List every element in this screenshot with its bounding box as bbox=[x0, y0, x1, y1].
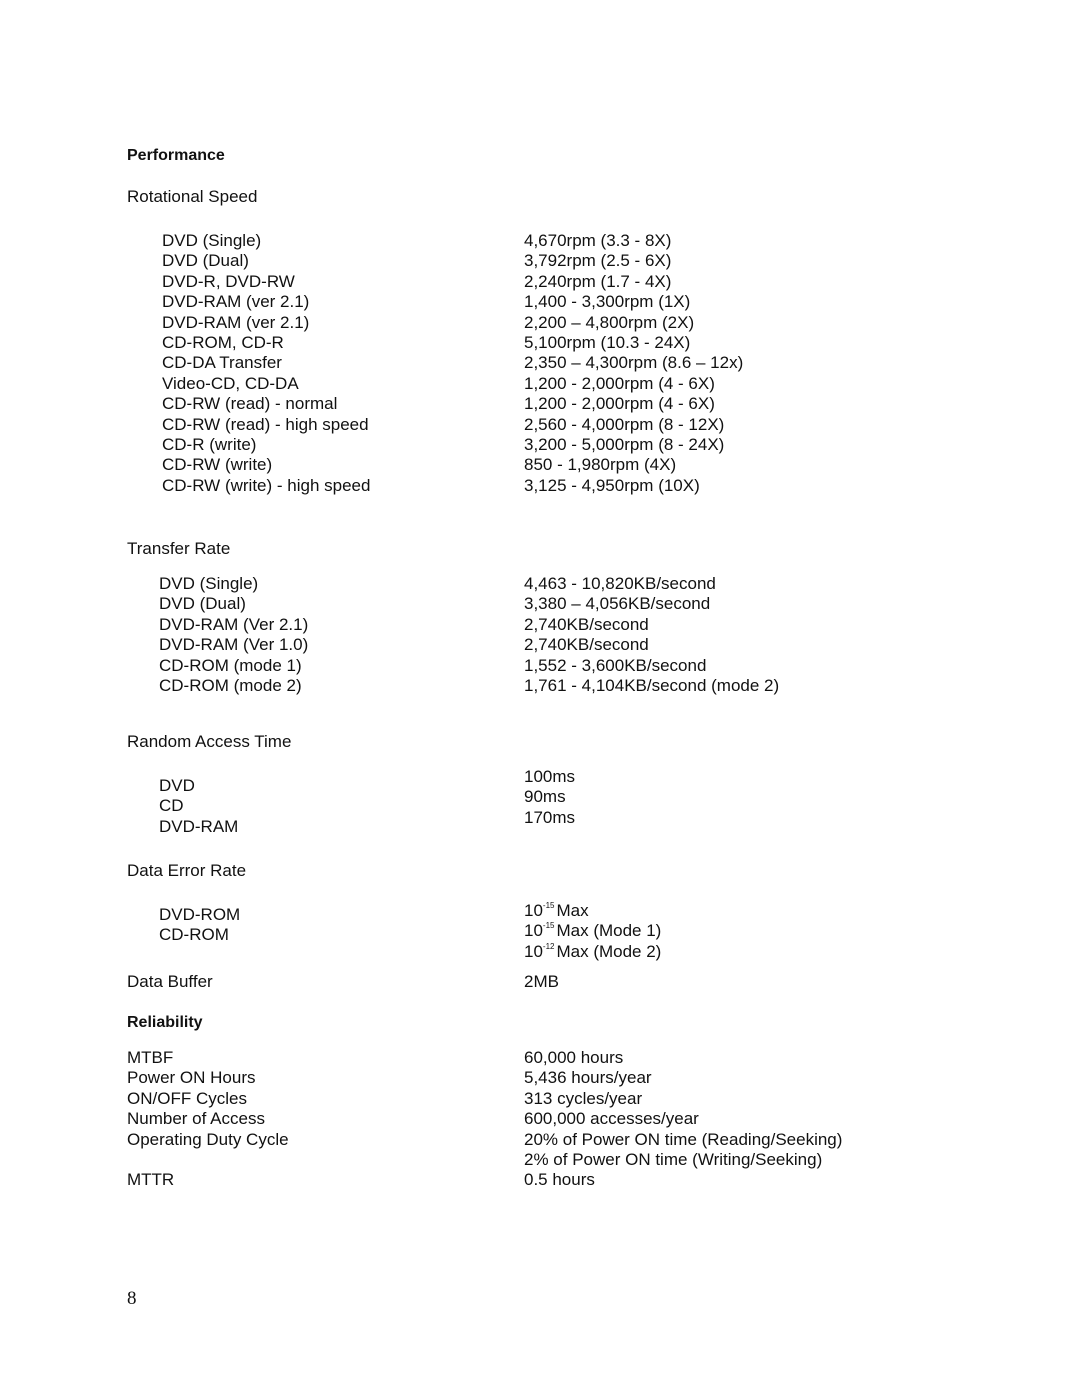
row-value: 3,380 – 4,056KB/second bbox=[524, 594, 711, 614]
row-value: 5,436 hours/year bbox=[524, 1068, 652, 1088]
row-value: 3,125 - 4,950rpm (10X) bbox=[524, 475, 700, 495]
row-label: Number of Access bbox=[127, 1109, 265, 1129]
row-label: DVD-RAM (Ver 2.1) bbox=[159, 614, 309, 634]
row-label: DVD (Dual) bbox=[159, 594, 246, 614]
row-label: DVD (Dual) bbox=[162, 251, 249, 271]
row-value: 2% of Power ON time (Writing/Seeking) bbox=[524, 1149, 823, 1169]
row-label: DVD (Single) bbox=[162, 231, 262, 250]
row-label: DVD-ROM bbox=[159, 905, 241, 924]
row-value: 90ms bbox=[524, 787, 566, 807]
row-value: 2,200 – 4,800rpm (2X) bbox=[524, 312, 695, 332]
error-rate-base: 10 bbox=[524, 941, 543, 961]
row-value: 3,792rpm (2.5 - 6X) bbox=[524, 251, 672, 271]
row-label: CD-ROM (mode 1) bbox=[159, 655, 302, 675]
error-rate-value: 10-12 Max (Mode 2) bbox=[524, 937, 661, 961]
row-label: CD bbox=[159, 796, 184, 816]
row-value: 600,000 accesses/year bbox=[524, 1109, 699, 1129]
row-label: Operating Duty Cycle bbox=[127, 1129, 289, 1149]
transfer-rate-title: Transfer Rate bbox=[127, 539, 231, 558]
row-label: DVD-R, DVD-RW bbox=[162, 271, 295, 291]
row-label: Power ON Hours bbox=[127, 1068, 256, 1088]
transfer-rate-labels: DVD (Single) DVD (Dual) DVD-RAM (Ver 2.1) D… bbox=[159, 574, 308, 696]
row-value: 2,350 – 4,300rpm (8.6 – 12x) bbox=[524, 353, 744, 373]
row-label: CD-R (write) bbox=[162, 434, 257, 454]
row-value: 170ms bbox=[524, 807, 576, 827]
row-value: 100ms bbox=[524, 767, 576, 786]
row-value: 2,240rpm (1.7 - 4X) bbox=[524, 271, 672, 291]
data-error-labels: DVD-ROM CD-ROM bbox=[159, 905, 240, 946]
row-label: CD-RW (write) - high speed bbox=[162, 475, 371, 495]
row-value: 1,761 - 4,104KB/second (mode 2) bbox=[524, 675, 780, 695]
row-label: CD-RW (write) bbox=[162, 455, 273, 475]
rotational-speed-title: Rotational Speed bbox=[127, 187, 258, 206]
row-value: 1,200 - 2,000rpm (4 - 6X) bbox=[524, 394, 715, 414]
row-value: 1,552 - 3,600KB/second bbox=[524, 655, 707, 675]
row-label: CD-RW (read) - high speed bbox=[162, 414, 369, 434]
row-label bbox=[127, 1150, 289, 1170]
row-label: CD-RW (read) - normal bbox=[162, 394, 338, 414]
row-value: 4,463 - 10,820KB/second bbox=[524, 574, 716, 593]
row-value: 5,100rpm (10.3 - 24X) bbox=[524, 332, 691, 352]
row-label: MTBF bbox=[127, 1048, 174, 1067]
error-rate-exponent: -15 bbox=[542, 901, 555, 910]
random-access-values: 100ms 90ms 170ms bbox=[524, 767, 575, 828]
data-error-values: 10-15 Max 10-15 Max (Mode 1) 10-12 Max (Mode … bbox=[524, 896, 661, 961]
reliability-values: 60,000 hours 5,436 hours/year 313 cycles/y… bbox=[524, 1048, 842, 1191]
row-label: DVD-RAM (ver 2.1) bbox=[162, 312, 310, 332]
row-value: 1,400 - 3,300rpm (1X) bbox=[524, 292, 691, 312]
error-rate-exponent: -12 bbox=[542, 941, 555, 951]
error-rate-value: 10-15 Max bbox=[524, 896, 661, 920]
row-value: 20% of Power ON time (Reading/Seeking) bbox=[524, 1129, 843, 1149]
row-value: 4,670rpm (3.3 - 8X) bbox=[524, 231, 672, 250]
row-label: Video-CD, CD-DA bbox=[162, 373, 299, 393]
row-label: ON/OFF Cycles bbox=[127, 1088, 247, 1108]
row-label: DVD-RAM bbox=[159, 816, 239, 836]
row-value: 0.5 hours bbox=[524, 1170, 595, 1190]
row-value: 313 cycles/year bbox=[524, 1088, 643, 1108]
error-rate-exponent: -15 bbox=[542, 921, 555, 931]
rotational-speed-values: 4,670rpm (3.3 - 8X) 3,792rpm (2.5 - 6X) 2,… bbox=[524, 231, 743, 496]
row-label: MTTR bbox=[127, 1170, 175, 1190]
row-label: CD-ROM, CD-R bbox=[162, 332, 284, 352]
rotational-speed-labels: DVD (Single) DVD (Dual) DVD-R, DVD-RW DVD-R… bbox=[162, 231, 370, 496]
row-label: DVD (Single) bbox=[159, 574, 259, 593]
row-value: 2,740KB/second bbox=[524, 635, 649, 655]
row-label: CD-ROM (mode 2) bbox=[159, 675, 302, 695]
row-value: 2,740KB/second bbox=[524, 614, 649, 634]
data-error-rate-title: Data Error Rate bbox=[127, 861, 247, 880]
page-number: 8 bbox=[127, 1288, 137, 1309]
row-value: 60,000 hours bbox=[524, 1048, 624, 1067]
row-label: CD-DA Transfer bbox=[162, 353, 282, 373]
row-label: CD-ROM bbox=[159, 925, 229, 945]
row-label: DVD-RAM (Ver 1.0) bbox=[159, 635, 309, 655]
transfer-rate-values: 4,463 - 10,820KB/second 3,380 – 4,056KB/s… bbox=[524, 574, 779, 696]
error-rate-value: 10-15 Max (Mode 1) bbox=[524, 916, 661, 940]
row-value: 2,560 - 4,000rpm (8 - 12X) bbox=[524, 414, 725, 434]
error-rate-text: Max (Mode 2) bbox=[556, 941, 662, 961]
row-value: 850 - 1,980rpm (4X) bbox=[524, 455, 677, 475]
row-label: DVD bbox=[159, 776, 195, 795]
row-value: 3,200 - 5,000rpm (8 - 24X) bbox=[524, 434, 725, 454]
reliability-labels: MTBF Power ON Hours ON/OFF Cycles Number of… bbox=[127, 1048, 289, 1191]
random-access-time-title: Random Access Time bbox=[127, 732, 292, 751]
reliability-heading: Reliability bbox=[127, 1014, 203, 1031]
performance-heading: Performance bbox=[127, 147, 225, 164]
data-buffer-label: Data Buffer bbox=[127, 972, 213, 991]
row-value: 1,200 - 2,000rpm (4 - 6X) bbox=[524, 373, 715, 393]
data-buffer-value: 2MB bbox=[524, 972, 559, 991]
row-label: DVD-RAM (ver 2.1) bbox=[162, 292, 310, 312]
random-access-labels: DVD CD DVD-RAM bbox=[159, 776, 238, 837]
